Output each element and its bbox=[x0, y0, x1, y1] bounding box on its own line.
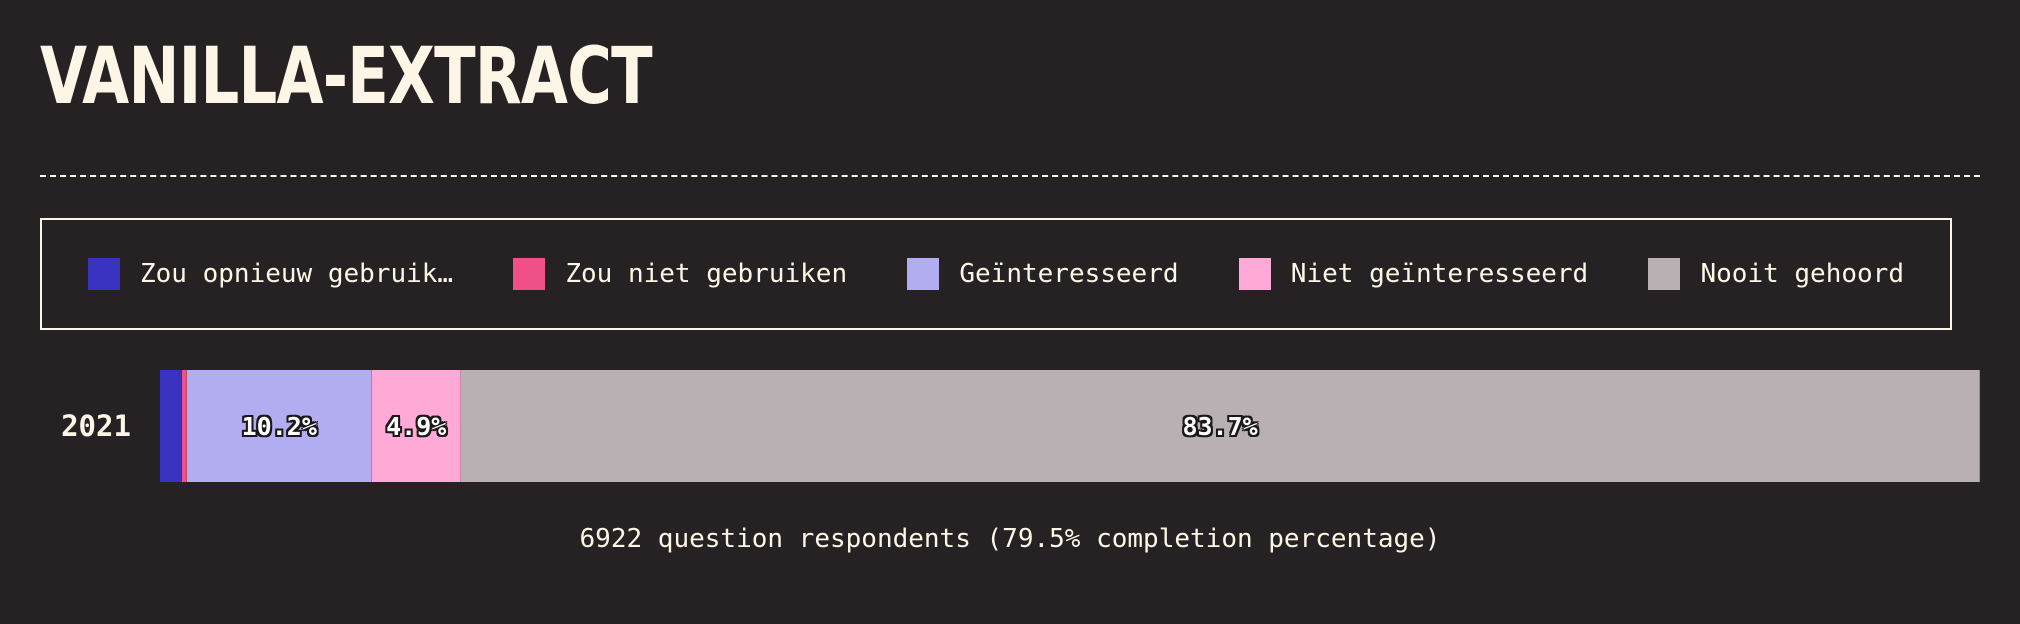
legend-label: Zou niet gebruiken bbox=[565, 259, 848, 289]
legend-item-interested[interactable]: Geïnteresseerd bbox=[907, 258, 1179, 290]
legend-swatch bbox=[907, 258, 940, 290]
page-title: VANILLA-EXTRACT bbox=[40, 32, 653, 122]
stacked-bar-2021: 10.2% 4.9% 83.7% bbox=[160, 370, 1980, 482]
legend-item-not-interested[interactable]: Niet geïnteresseerd bbox=[1238, 258, 1589, 290]
data-label: 10.2% bbox=[241, 411, 317, 441]
legend-swatch bbox=[1238, 258, 1271, 290]
legend-swatch bbox=[1648, 258, 1681, 290]
legend-swatch bbox=[513, 258, 546, 290]
data-label: 83.7% bbox=[1182, 411, 1258, 441]
respondents-footnote: 6922 question respondents (79.5% complet… bbox=[579, 524, 1441, 554]
bar-segment-would-use-again[interactable] bbox=[160, 370, 182, 482]
data-label: 4.9% bbox=[386, 411, 447, 441]
bar-segment-interested[interactable]: 10.2% bbox=[187, 370, 373, 482]
bar-segment-never-heard[interactable]: 83.7% bbox=[461, 370, 1980, 482]
legend-item-would-use-again[interactable]: Zou opnieuw gebruik… bbox=[88, 258, 453, 290]
dashed-divider bbox=[40, 175, 1980, 177]
legend-label: Niet geïnteresseerd bbox=[1290, 259, 1589, 289]
legend-label: Zou opnieuw gebruik… bbox=[140, 259, 454, 289]
legend-swatch bbox=[88, 258, 120, 290]
legend: Zou opnieuw gebruik… Zou niet gebruiken … bbox=[40, 218, 1952, 330]
category-label-2021: 2021 bbox=[61, 409, 131, 443]
legend-label: Nooit gehoord bbox=[1700, 259, 1904, 289]
legend-item-would-not-use[interactable]: Zou niet gebruiken bbox=[513, 258, 847, 290]
bar-segment-not-interested[interactable]: 4.9% bbox=[372, 370, 462, 482]
legend-item-never-heard[interactable]: Nooit gehoord bbox=[1648, 258, 1904, 290]
legend-label: Geïnteresseerd bbox=[959, 259, 1179, 289]
